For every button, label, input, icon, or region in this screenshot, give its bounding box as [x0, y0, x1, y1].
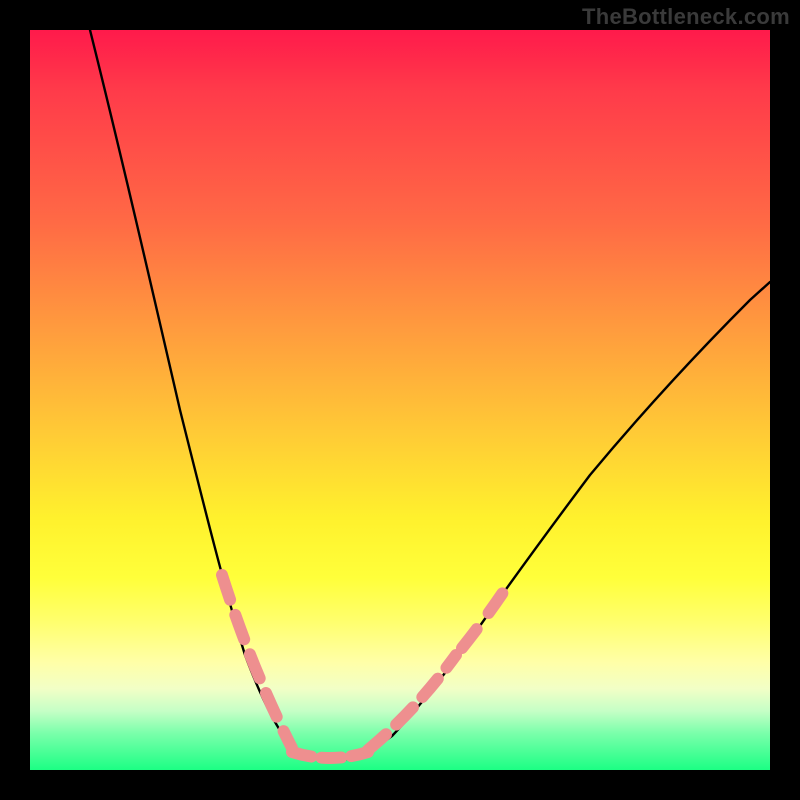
bottleneck-curve	[90, 30, 770, 762]
chart-frame: TheBottleneck.com	[0, 0, 800, 800]
highlight-left	[222, 575, 292, 748]
watermark-label: TheBottleneck.com	[582, 4, 790, 30]
plot-area	[30, 30, 770, 770]
highlight-right	[368, 655, 456, 750]
highlight-right-upper	[462, 585, 508, 648]
curve-overlay	[30, 30, 770, 770]
highlight-bottom	[292, 752, 368, 758]
